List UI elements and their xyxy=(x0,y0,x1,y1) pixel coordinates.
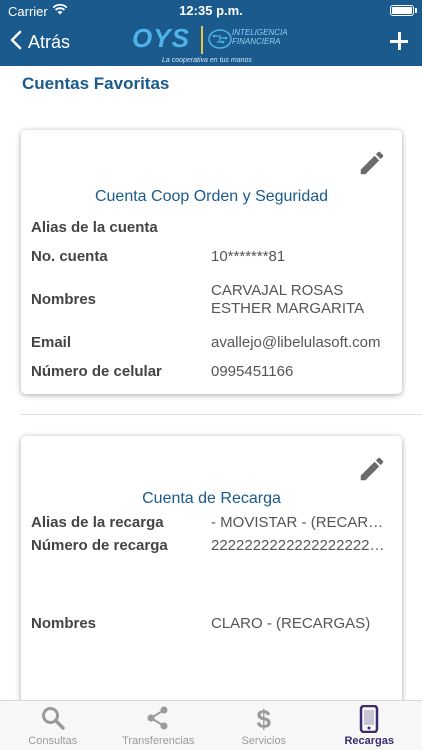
phone-label: Número de celular xyxy=(31,363,162,380)
recharge-alias-value: - MOVISTAR - (RECARGAS) xyxy=(211,514,391,531)
tab-servicios[interactable]: $ Servicios xyxy=(211,701,317,750)
tab-bar: Consultas Transferencias $ Servicios Rec… xyxy=(0,700,422,750)
recharge-number-label: Número de recarga xyxy=(31,537,168,554)
logo-tagline: La cooperativa en tus manos xyxy=(162,57,252,64)
back-label: Atrás xyxy=(28,32,71,52)
battery-icon xyxy=(390,5,414,16)
phone-value: 0995451166 xyxy=(211,363,294,380)
recharge-account-card: Cuenta de Recarga Alias de la recarga - … xyxy=(21,436,402,706)
logo-sub2: FINANCIERA xyxy=(232,37,281,46)
back-button[interactable]: Atrás xyxy=(10,30,70,55)
tab-label: Servicios xyxy=(241,735,287,747)
share-icon xyxy=(145,705,171,736)
clock: 12:35 p.m. xyxy=(179,3,243,18)
add-favorite-button[interactable] xyxy=(388,30,410,52)
recharge-alias-label: Alias de la recarga xyxy=(31,514,164,531)
logo-divider xyxy=(201,26,203,54)
card-title: Cuenta Coop Orden y Seguridad xyxy=(94,188,329,205)
oys-logo: OYS INTELIGENCIA FINANCIERA La cooperativ… xyxy=(132,22,292,66)
account-number-label: No. cuenta xyxy=(31,248,108,265)
phone-icon xyxy=(359,704,379,738)
card-title: Cuenta de Recarga xyxy=(142,490,281,507)
alias-label: Alias de la cuenta xyxy=(31,219,158,236)
email-label: Email xyxy=(31,334,72,351)
recharge-names-value: CLARO - (RECARGAS) xyxy=(211,615,371,632)
names-value: CARVAJAL ROSAS ESTHER MARGARITA xyxy=(211,282,365,317)
recharge-names-label: Nombres xyxy=(31,615,97,632)
edit-icon[interactable] xyxy=(357,454,387,484)
tab-label: Consultas xyxy=(28,735,78,747)
status-bar: Carrier 12:35 p.m. xyxy=(0,0,422,22)
email-value: avallejo@libelulasoft.com xyxy=(211,334,381,351)
logo-text: OYS xyxy=(132,23,190,53)
tab-transferencias[interactable]: Transferencias xyxy=(106,701,212,750)
logo-subtitle: INTELIGENCIA FINANCIERA xyxy=(232,28,288,46)
brain-icon xyxy=(207,26,233,57)
names-label: Nombres xyxy=(31,291,97,308)
top-bar: Carrier 12:35 p.m. Atrás OYS INTELIGENCI… xyxy=(0,0,422,66)
chevron-left-icon xyxy=(10,30,22,55)
logo-sub1: INTELIGENCIA xyxy=(232,28,288,37)
tab-label: Transferencias xyxy=(122,735,195,747)
tab-label: Recargas xyxy=(344,735,395,747)
page-title: Cuentas Favoritas xyxy=(22,74,170,93)
edit-icon[interactable] xyxy=(357,148,387,178)
account-number-value: 10*******81 xyxy=(211,248,286,265)
tab-consultas[interactable]: Consultas xyxy=(0,701,106,750)
favorite-account-card: Cuenta Coop Orden y Seguridad Alias de l… xyxy=(21,130,402,394)
tab-recargas[interactable]: Recargas xyxy=(317,701,422,750)
battery-tip xyxy=(415,8,417,13)
divider xyxy=(20,414,422,415)
recharge-number-value: 2222222222222222222222 xyxy=(211,537,391,554)
dollar-icon: $ xyxy=(256,704,271,734)
search-icon xyxy=(40,705,66,736)
